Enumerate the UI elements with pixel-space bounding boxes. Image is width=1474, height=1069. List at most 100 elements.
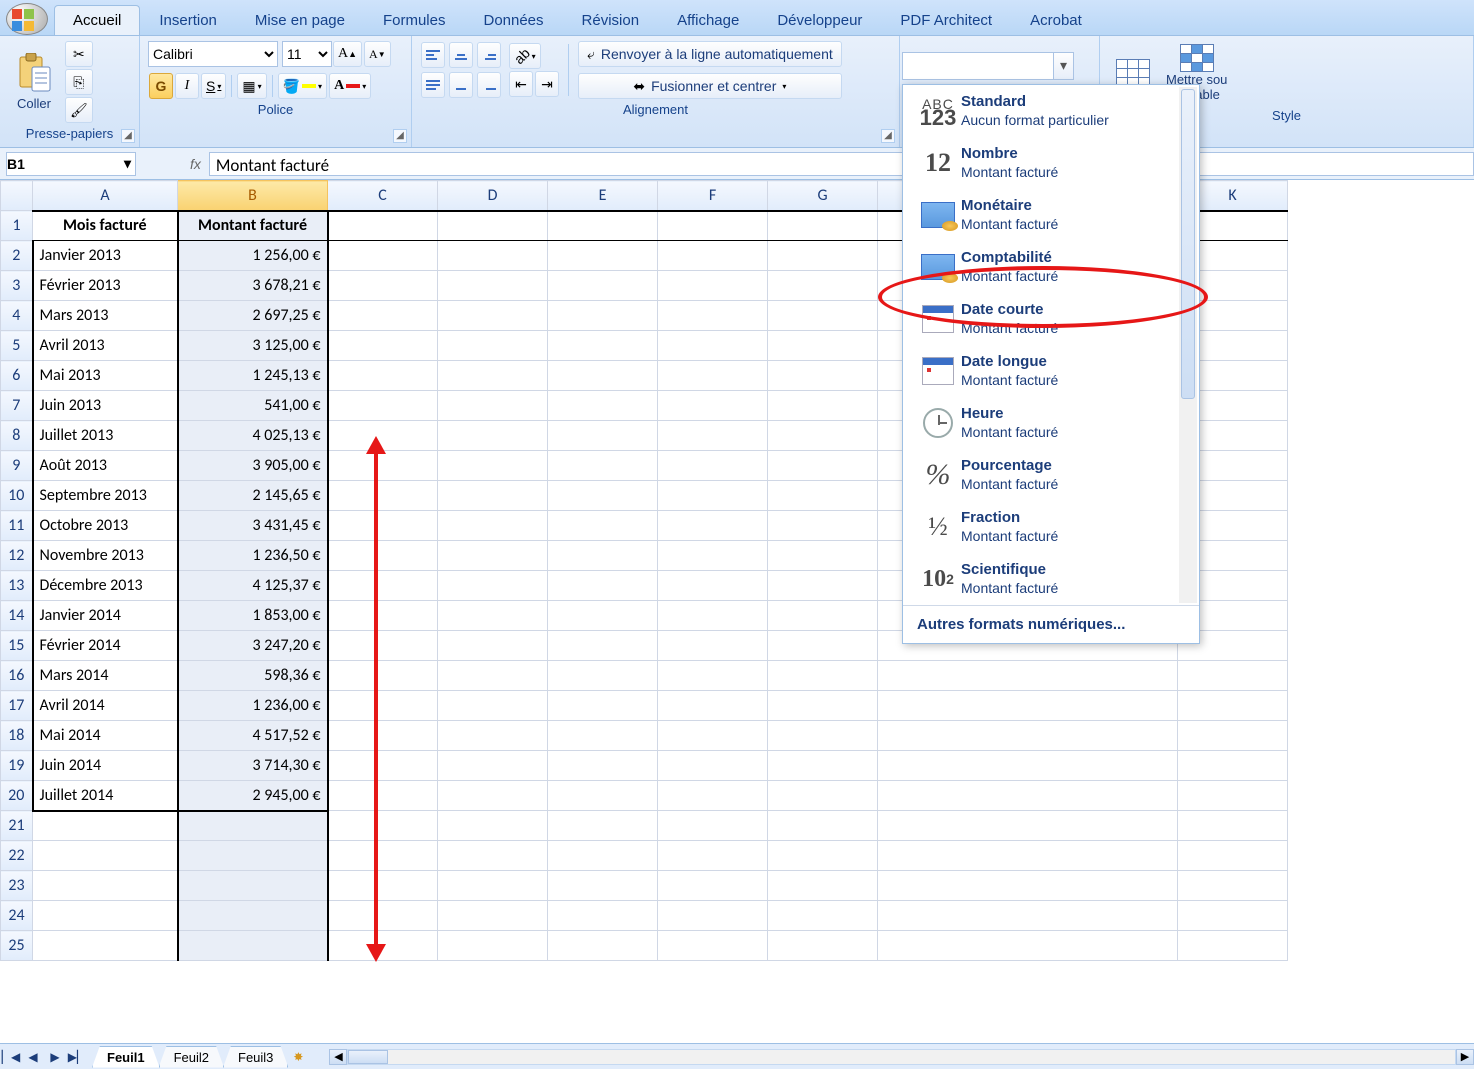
tab-mise-en-page[interactable]: Mise en page [236,5,364,35]
cell[interactable]: 1 256,00 € [178,241,328,271]
format-item-comptabilité[interactable]: ComptabilitéMontant facturé [903,241,1199,293]
row-header[interactable]: 11 [1,511,33,541]
sheet-tab-feuil3[interactable]: Feuil3 [223,1046,288,1068]
col-header-F[interactable]: F [658,181,768,211]
row-header[interactable]: 17 [1,691,33,721]
cell[interactable]: Montant facturé [178,211,328,241]
format-item-scientifique[interactable]: 102ScientifiqueMontant facturé [903,553,1199,605]
row-header[interactable]: 5 [1,331,33,361]
name-box[interactable]: B1▾ [6,152,136,176]
sheet-nav-prev[interactable]: ◀ [22,1050,44,1064]
row-header[interactable]: 9 [1,451,33,481]
sheet-tab-feuil2[interactable]: Feuil2 [159,1046,224,1068]
underline-button[interactable]: S▾ [201,73,226,99]
row-header[interactable]: 10 [1,481,33,511]
cell[interactable]: 4 125,37 € [178,571,328,601]
tab-révision[interactable]: Révision [563,5,659,35]
cell[interactable]: Décembre 2013 [33,571,178,601]
fill-color-button[interactable]: 🪣▾ [278,73,327,99]
cell[interactable]: 1 236,50 € [178,541,328,571]
cell[interactable]: Mars 2014 [33,661,178,691]
format-item-monétaire[interactable]: MonétaireMontant facturé [903,189,1199,241]
row-header[interactable]: 8 [1,421,33,451]
cell[interactable]: 1 245,13 € [178,361,328,391]
row-header[interactable]: 4 [1,301,33,331]
cell[interactable]: 2 145,65 € [178,481,328,511]
align-left[interactable] [421,72,445,98]
font-color-button[interactable]: A▾ [329,73,371,99]
sheet-nav-last[interactable]: ▶▏ [66,1050,88,1064]
row-header[interactable]: 23 [1,871,33,901]
borders-button[interactable]: ▦▾ [237,73,266,99]
increase-indent[interactable]: ⇥ [535,71,559,97]
tab-données[interactable]: Données [464,5,562,35]
cell[interactable]: 541,00 € [178,391,328,421]
decrease-indent[interactable]: ⇤ [509,71,533,97]
row-header[interactable]: 12 [1,541,33,571]
format-item-standard[interactable]: ABC123StandardAucun format particulier [903,85,1199,137]
tab-affichage[interactable]: Affichage [658,5,758,35]
align-top-left[interactable] [421,42,445,68]
cell[interactable]: Avril 2014 [33,691,178,721]
office-button[interactable] [6,3,48,35]
row-header[interactable]: 14 [1,601,33,631]
row-header[interactable]: 25 [1,931,33,961]
cell[interactable]: Mai 2014 [33,721,178,751]
italic-button[interactable]: I [175,73,199,99]
cell[interactable]: Janvier 2014 [33,601,178,631]
cell[interactable]: Juillet 2013 [33,421,178,451]
shrink-font-button[interactable]: A▼ [364,41,391,67]
cell[interactable]: 1 853,00 € [178,601,328,631]
sheet-nav-first[interactable]: ▏◀ [0,1050,22,1064]
cell[interactable]: Juin 2014 [33,751,178,781]
col-header-D[interactable]: D [438,181,548,211]
row-header[interactable]: 2 [1,241,33,271]
format-item-heure[interactable]: HeureMontant facturé [903,397,1199,449]
row-header[interactable]: 20 [1,781,33,811]
orientation-button[interactable]: ab▾ [509,43,541,69]
chevron-down-icon[interactable]: ▾ [1053,53,1073,79]
fx-icon[interactable]: fx [182,156,209,172]
font-launcher[interactable]: ◢ [393,129,407,143]
tab-insertion[interactable]: Insertion [140,5,236,35]
row-header[interactable]: 22 [1,841,33,871]
cell[interactable]: Janvier 2013 [33,241,178,271]
menu-scrollbar[interactable] [1179,87,1197,603]
row-header[interactable]: 15 [1,631,33,661]
hscroll-left[interactable]: ◀ [329,1049,347,1065]
font-family-select[interactable]: Calibri [148,41,278,67]
format-item-date-courte[interactable]: Date courteMontant facturé [903,293,1199,345]
tab-développeur[interactable]: Développeur [758,5,881,35]
cell[interactable]: Septembre 2013 [33,481,178,511]
cell[interactable]: 3 678,21 € [178,271,328,301]
more-formats-item[interactable]: Autres formats numériques... [903,605,1199,643]
new-sheet-button[interactable]: ✸ [287,1050,309,1064]
row-header[interactable]: 21 [1,811,33,841]
row-header[interactable]: 16 [1,661,33,691]
hscroll-thumb[interactable] [348,1050,388,1064]
clipboard-launcher[interactable]: ◢ [121,129,135,143]
cell[interactable]: 3 247,20 € [178,631,328,661]
cut-button[interactable]: ✂ [65,41,93,67]
row-header[interactable]: 6 [1,361,33,391]
cell[interactable]: 3 714,30 € [178,751,328,781]
merge-center-button[interactable]: ⬌ Fusionner et centrer ▾ [578,73,842,99]
format-item-date-longue[interactable]: Date longueMontant facturé [903,345,1199,397]
cell[interactable]: 3 125,00 € [178,331,328,361]
cell[interactable]: 3 431,45 € [178,511,328,541]
cell[interactable]: Août 2013 [33,451,178,481]
align-top-right[interactable] [477,42,501,68]
cell[interactable]: 1 236,00 € [178,691,328,721]
copy-button[interactable]: ⎘ [65,69,93,95]
cell[interactable]: 2 697,25 € [178,301,328,331]
cell[interactable]: Juin 2013 [33,391,178,421]
sheet-tab-feuil1[interactable]: Feuil1 [92,1046,160,1068]
sheet-nav-next[interactable]: ▶ [44,1050,66,1064]
alignment-launcher[interactable]: ◢ [881,129,895,143]
font-size-select[interactable]: 11 [282,41,332,67]
col-header-A[interactable]: A [33,181,178,211]
format-item-pourcentage[interactable]: %PourcentageMontant facturé [903,449,1199,501]
cell[interactable]: Octobre 2013 [33,511,178,541]
formula-input[interactable]: Montant facturé [209,152,1474,176]
cell[interactable]: Mai 2013 [33,361,178,391]
